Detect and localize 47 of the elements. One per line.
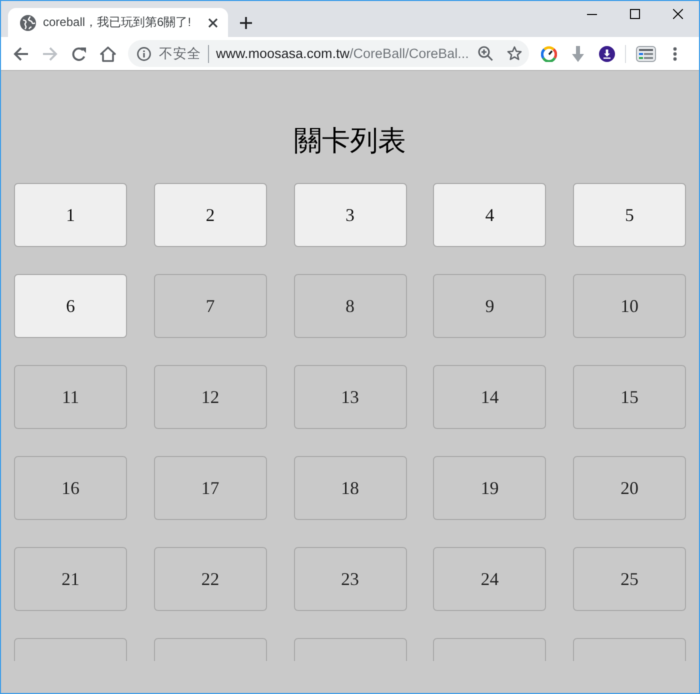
back-icon[interactable] <box>12 46 28 62</box>
level-button[interactable]: 15 <box>573 365 686 429</box>
level-button[interactable]: 3 <box>294 183 406 247</box>
globe-icon <box>20 14 36 30</box>
level-button[interactable]: 19 <box>433 456 546 520</box>
url-text: www.moosasa.com.tw/CoreBall/CoreBal... <box>216 46 469 61</box>
tab-title: coreball，我已玩到第6關了! <box>43 14 192 31</box>
gauge-icon[interactable] <box>540 46 556 62</box>
level-button[interactable]: 18 <box>294 456 406 520</box>
level-button[interactable]: 14 <box>433 365 546 429</box>
home-icon[interactable] <box>100 46 116 62</box>
level-button[interactable]: 11 <box>14 365 127 429</box>
level-button[interactable]: 13 <box>294 365 406 429</box>
level-button[interactable]: 24 <box>433 547 546 611</box>
close-tab-icon[interactable] <box>208 18 218 28</box>
level-button[interactable]: 10 <box>573 274 686 338</box>
star-icon[interactable] <box>507 46 522 61</box>
level-button[interactable]: 23 <box>294 547 406 611</box>
level-button[interactable]: 1 <box>14 183 127 247</box>
level-button[interactable]: 20 <box>573 456 686 520</box>
reload-icon[interactable] <box>70 46 86 62</box>
info-icon[interactable] <box>137 46 151 60</box>
menu-icon[interactable] <box>672 46 676 60</box>
level-button[interactable]: 8 <box>294 274 406 338</box>
level-button[interactable]: 2 <box>154 183 267 247</box>
level-button[interactable]: 16 <box>14 456 127 520</box>
level-button[interactable]: 6 <box>14 274 127 338</box>
address-bar[interactable]: 不安全 www.moosasa.com.tw/CoreBall/CoreBal... <box>128 40 529 67</box>
download-arrow-icon[interactable] <box>572 46 584 62</box>
level-button[interactable]: 17 <box>154 456 267 520</box>
level-button[interactable]: 9 <box>433 274 546 338</box>
new-tab-icon[interactable] <box>240 16 252 28</box>
zoom-icon[interactable] <box>478 46 493 61</box>
level-button[interactable]: 5 <box>573 183 686 247</box>
maximize-icon[interactable] <box>630 9 640 19</box>
security-label: 不安全 <box>159 44 201 62</box>
level-button[interactable]: 21 <box>14 547 127 611</box>
close-icon[interactable] <box>672 9 682 19</box>
level-button[interactable]: 4 <box>433 183 546 247</box>
level-button[interactable]: 7 <box>154 274 267 338</box>
level-button[interactable]: 22 <box>154 547 267 611</box>
browser-tab[interactable]: coreball，我已玩到第6關了! <box>8 8 228 37</box>
page-thumbnail-icon[interactable] <box>636 46 656 62</box>
download-icon[interactable] <box>598 46 614 62</box>
level-button[interactable]: 12 <box>154 365 267 429</box>
page-title: 關卡列表 <box>293 125 407 159</box>
level-button[interactable]: 25 <box>573 547 686 611</box>
